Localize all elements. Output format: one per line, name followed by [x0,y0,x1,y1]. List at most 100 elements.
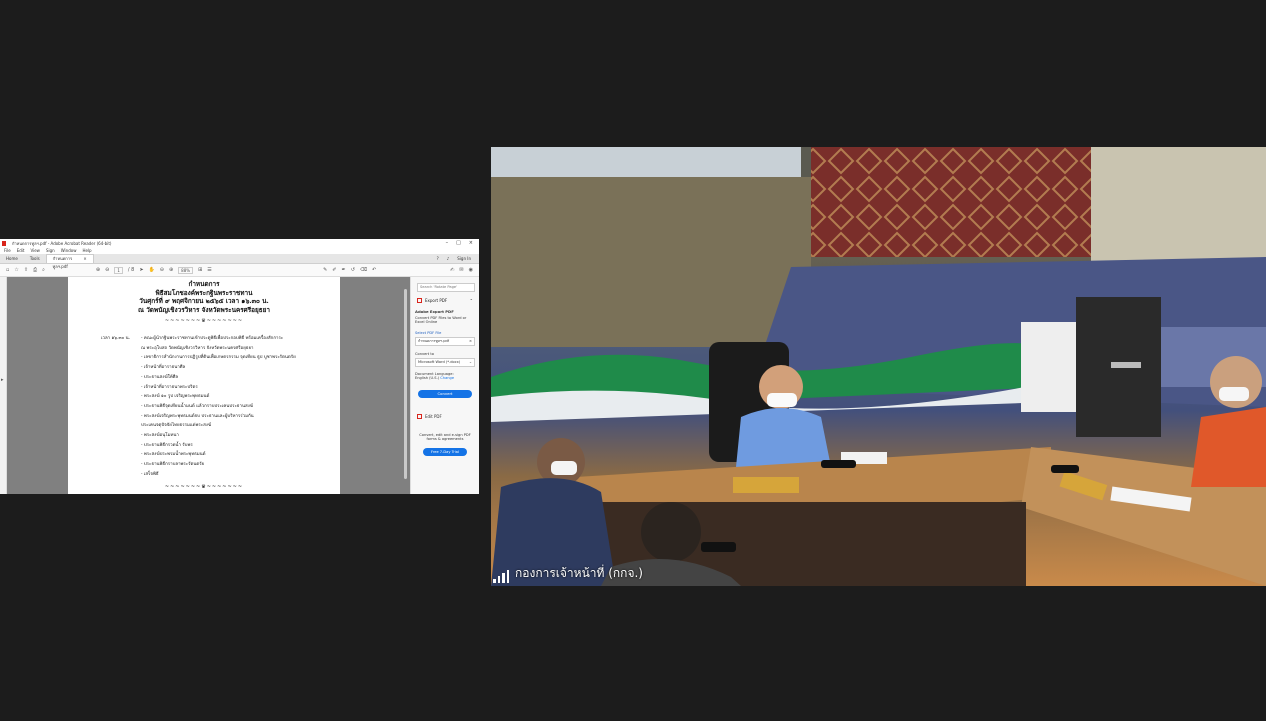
menu-edit[interactable]: Edit [17,248,25,253]
page-total: / 8 [127,267,135,273]
change-language-link[interactable]: Change [440,376,454,380]
print-icon[interactable]: ⎙ [33,267,37,273]
schedule-item: - พระสงฆ์อนุโมทนา [141,433,179,439]
schedule-item: - เจ้าหน้าที่อาราธนาศีล [141,365,186,371]
maximize-icon[interactable]: □ [456,240,461,246]
help-icon[interactable]: ? [437,255,439,263]
search-icon[interactable]: ⌕ [42,267,45,273]
sign-in-link[interactable]: Sign In [457,255,471,263]
card-title: Adobe Export PDF [415,309,454,314]
promo-text: Convert, edit and e-sign PDF forms & agr… [419,432,471,442]
card-description: Convert PDF Files to Word or Excel Onlin… [415,316,467,325]
close-icon[interactable]: × [469,240,473,246]
minimize-icon[interactable]: – [446,240,449,246]
rotate-icon[interactable]: ↺ [351,267,355,273]
clear-file-icon[interactable]: × [469,338,472,345]
schedule-item: - พระสงฆ์เจริญพระพุทธมนต์จบ ประธานและผู้… [141,413,254,419]
edit-pdf-tool[interactable]: Edit PDF [417,413,473,419]
edit-pdf-label: Edit PDF [425,413,442,419]
schedule-item: - คณะผู้นำกฐินพระราชทานเข้าประตูพิธีเพื่… [141,336,284,341]
tools-search-input[interactable]: Search 'Rotate Page' [417,283,475,292]
export-pdf-header[interactable]: Export PDF ⌃ [417,298,473,303]
selected-file-field[interactable]: กำหนดการทูลฯ.pdf × [415,336,475,346]
ornament-divider: ~~~~~~~♛~~~~~~~ [164,318,244,325]
star-icon[interactable]: ☆ [14,267,18,273]
menu-view[interactable]: View [30,248,40,253]
tools-right-panel: Search 'Rotate Page' Export PDF ⌃ Adobe … [410,277,479,494]
select-file-label: Select PDF File [415,330,442,335]
shared-screen: กำหนดการทูลฯ.pdf - Adobe Acrobat Reader … [0,239,479,494]
sign-icon[interactable]: ✍ [450,267,454,273]
page-number-input[interactable]: 1 [114,266,123,274]
page-heading-4: ณ วัดพนัญเชิงวรวิหาร จังหวัดพระนครศรีอยุ… [138,305,270,314]
convert-format-value: Microsoft Word (*.docx) [418,359,461,364]
menu-sign[interactable]: Sign [46,248,55,253]
scroll-mode-icon[interactable]: ☰ [207,267,211,273]
schedule-item: ประเคนจตุปัจจัยไทยธรรมแด่พระสงฆ์ [141,423,212,429]
undo-icon[interactable]: ↶ [372,267,376,273]
signal-strength-icon [493,570,509,583]
select-cursor-icon[interactable]: ➤ [139,267,143,273]
acrobat-logo-icon [2,240,6,246]
save-icon[interactable]: ▫ [6,267,9,273]
video-frame [491,147,1266,586]
convert-format-select[interactable]: Microsoft Word (*.docx) ⌄ [415,357,475,367]
work-area: ▸ กำหนดการ พิธีสมโภชองค์พระกฐินพระราชทาน… [0,277,479,494]
participant-video-tile[interactable]: กองการเจ้าหน้าที่ (กกจ.) [491,147,1266,586]
page-heading-2: พิธีสมโภชองค์พระกฐินพระราชทาน [155,288,253,297]
participant-name-label: กองการเจ้าหน้าที่ (กกจ.) [493,564,643,583]
zoom-out-icon[interactable]: ⊖ [160,267,164,273]
delete-icon[interactable]: ⌫ [360,267,367,273]
free-trial-button[interactable]: Free 7-Day Trial [423,448,467,456]
mail-icon[interactable]: ✉ [459,267,463,273]
draw-icon[interactable]: ✒ [342,267,346,273]
tab-close-icon[interactable]: × [83,255,86,263]
selected-file-name: กำหนดการทูลฯ.pdf [418,338,450,343]
menu-file[interactable]: File [4,248,11,253]
ornament-divider-bottom: ~~~~~~~♛~~~~~~~ [164,484,244,490]
left-rail: ▸ [0,277,7,494]
schedule-item: - ประธานพิธีกราบลาพระรัตนตรัย [141,462,205,468]
schedule-item: - พระสงฆ์ประพรมน้ำพระพุทธมนต์ [141,452,206,458]
schedule-item: - เลขาธิการสำนักงานการปฏิรูปที่ดินเพื่อเ… [141,355,296,361]
bell-icon[interactable]: ♪ [447,255,450,263]
menu-bar: File Edit View Sign Window Help [0,247,479,254]
menu-window[interactable]: Window [61,248,77,253]
document-canvas[interactable]: กำหนดการ พิธีสมโภชองค์พระกฐินพระราชทาน ว… [7,277,410,494]
schedule-item: - เสร็จพิธี [141,471,159,477]
schedule-item: - ประธานสงฆ์ให้ศีล [141,374,179,380]
next-page-icon[interactable]: ⊖ [105,267,109,273]
hand-icon[interactable]: ✋ [149,267,155,273]
document-language: English (U.S.) Change [415,376,475,380]
upload-icon[interactable]: ⇪ [24,267,28,273]
zoom-level[interactable]: 88% [178,266,194,274]
document-language-value: English (U.S.) [415,375,440,380]
tab-tools[interactable]: Tools [24,255,46,263]
fit-page-icon[interactable]: ⊞ [198,267,202,273]
highlight-icon[interactable]: ✐ [332,267,336,273]
window-title: กำหนดการทูลฯ.pdf - Adobe Acrobat Reader … [12,240,112,246]
comment-icon[interactable]: ✎ [323,267,327,273]
schedule-time: เวลา ๑๖.๓๐ น. [101,336,130,341]
tab-document[interactable]: กำหนดการทูลฯ.pdf × [45,254,94,269]
tab-bar: Home Tools กำหนดการทูลฯ.pdf × ? ♪ Sign I… [0,254,479,269]
participant-name: กองการเจ้าหน้าที่ (กกจ.) [515,566,643,580]
chevron-down-icon: ⌄ [468,359,472,364]
schedule-item: - พระสงฆ์ ๑๐ รูป เจริญพระพุทธมนต์ [141,394,210,400]
export-card: Adobe Export PDF Convert PDF Files to Wo… [415,309,475,398]
zoom-in-icon[interactable]: ⊕ [169,267,173,273]
convert-button[interactable]: Convert [418,389,472,398]
tab-document-label: กำหนดการทูลฯ.pdf [52,256,73,269]
tab-home[interactable]: Home [0,255,24,263]
account-icon[interactable]: ◉ [469,267,473,273]
export-pdf-title: Export PDF [425,298,448,303]
expand-left-panel-icon[interactable]: ▸ [1,377,4,383]
schedule-list: - คณะผู้นำกฐินพระราชทานเข้าประตูพิธีเพื่… [141,334,337,480]
vertical-scrollbar[interactable] [404,289,407,479]
schedule-item: - ประธานพิธีจุดเทียนน้ำมนต์ แล้วกราบประเ… [141,403,254,409]
toolbar: ▫ ☆ ⇪ ⎙ ⌕ ⊕ ⊖ 1 / 8 ➤ ✋ ⊖ ⊕ 88% ⊞ ☰ ✎ ✐ … [0,264,479,277]
prev-page-icon[interactable]: ⊕ [96,267,100,273]
chevron-up-icon[interactable]: ⌃ [470,298,473,303]
page-heading-1: กำหนดการ [188,280,220,288]
menu-help[interactable]: Help [82,248,91,253]
